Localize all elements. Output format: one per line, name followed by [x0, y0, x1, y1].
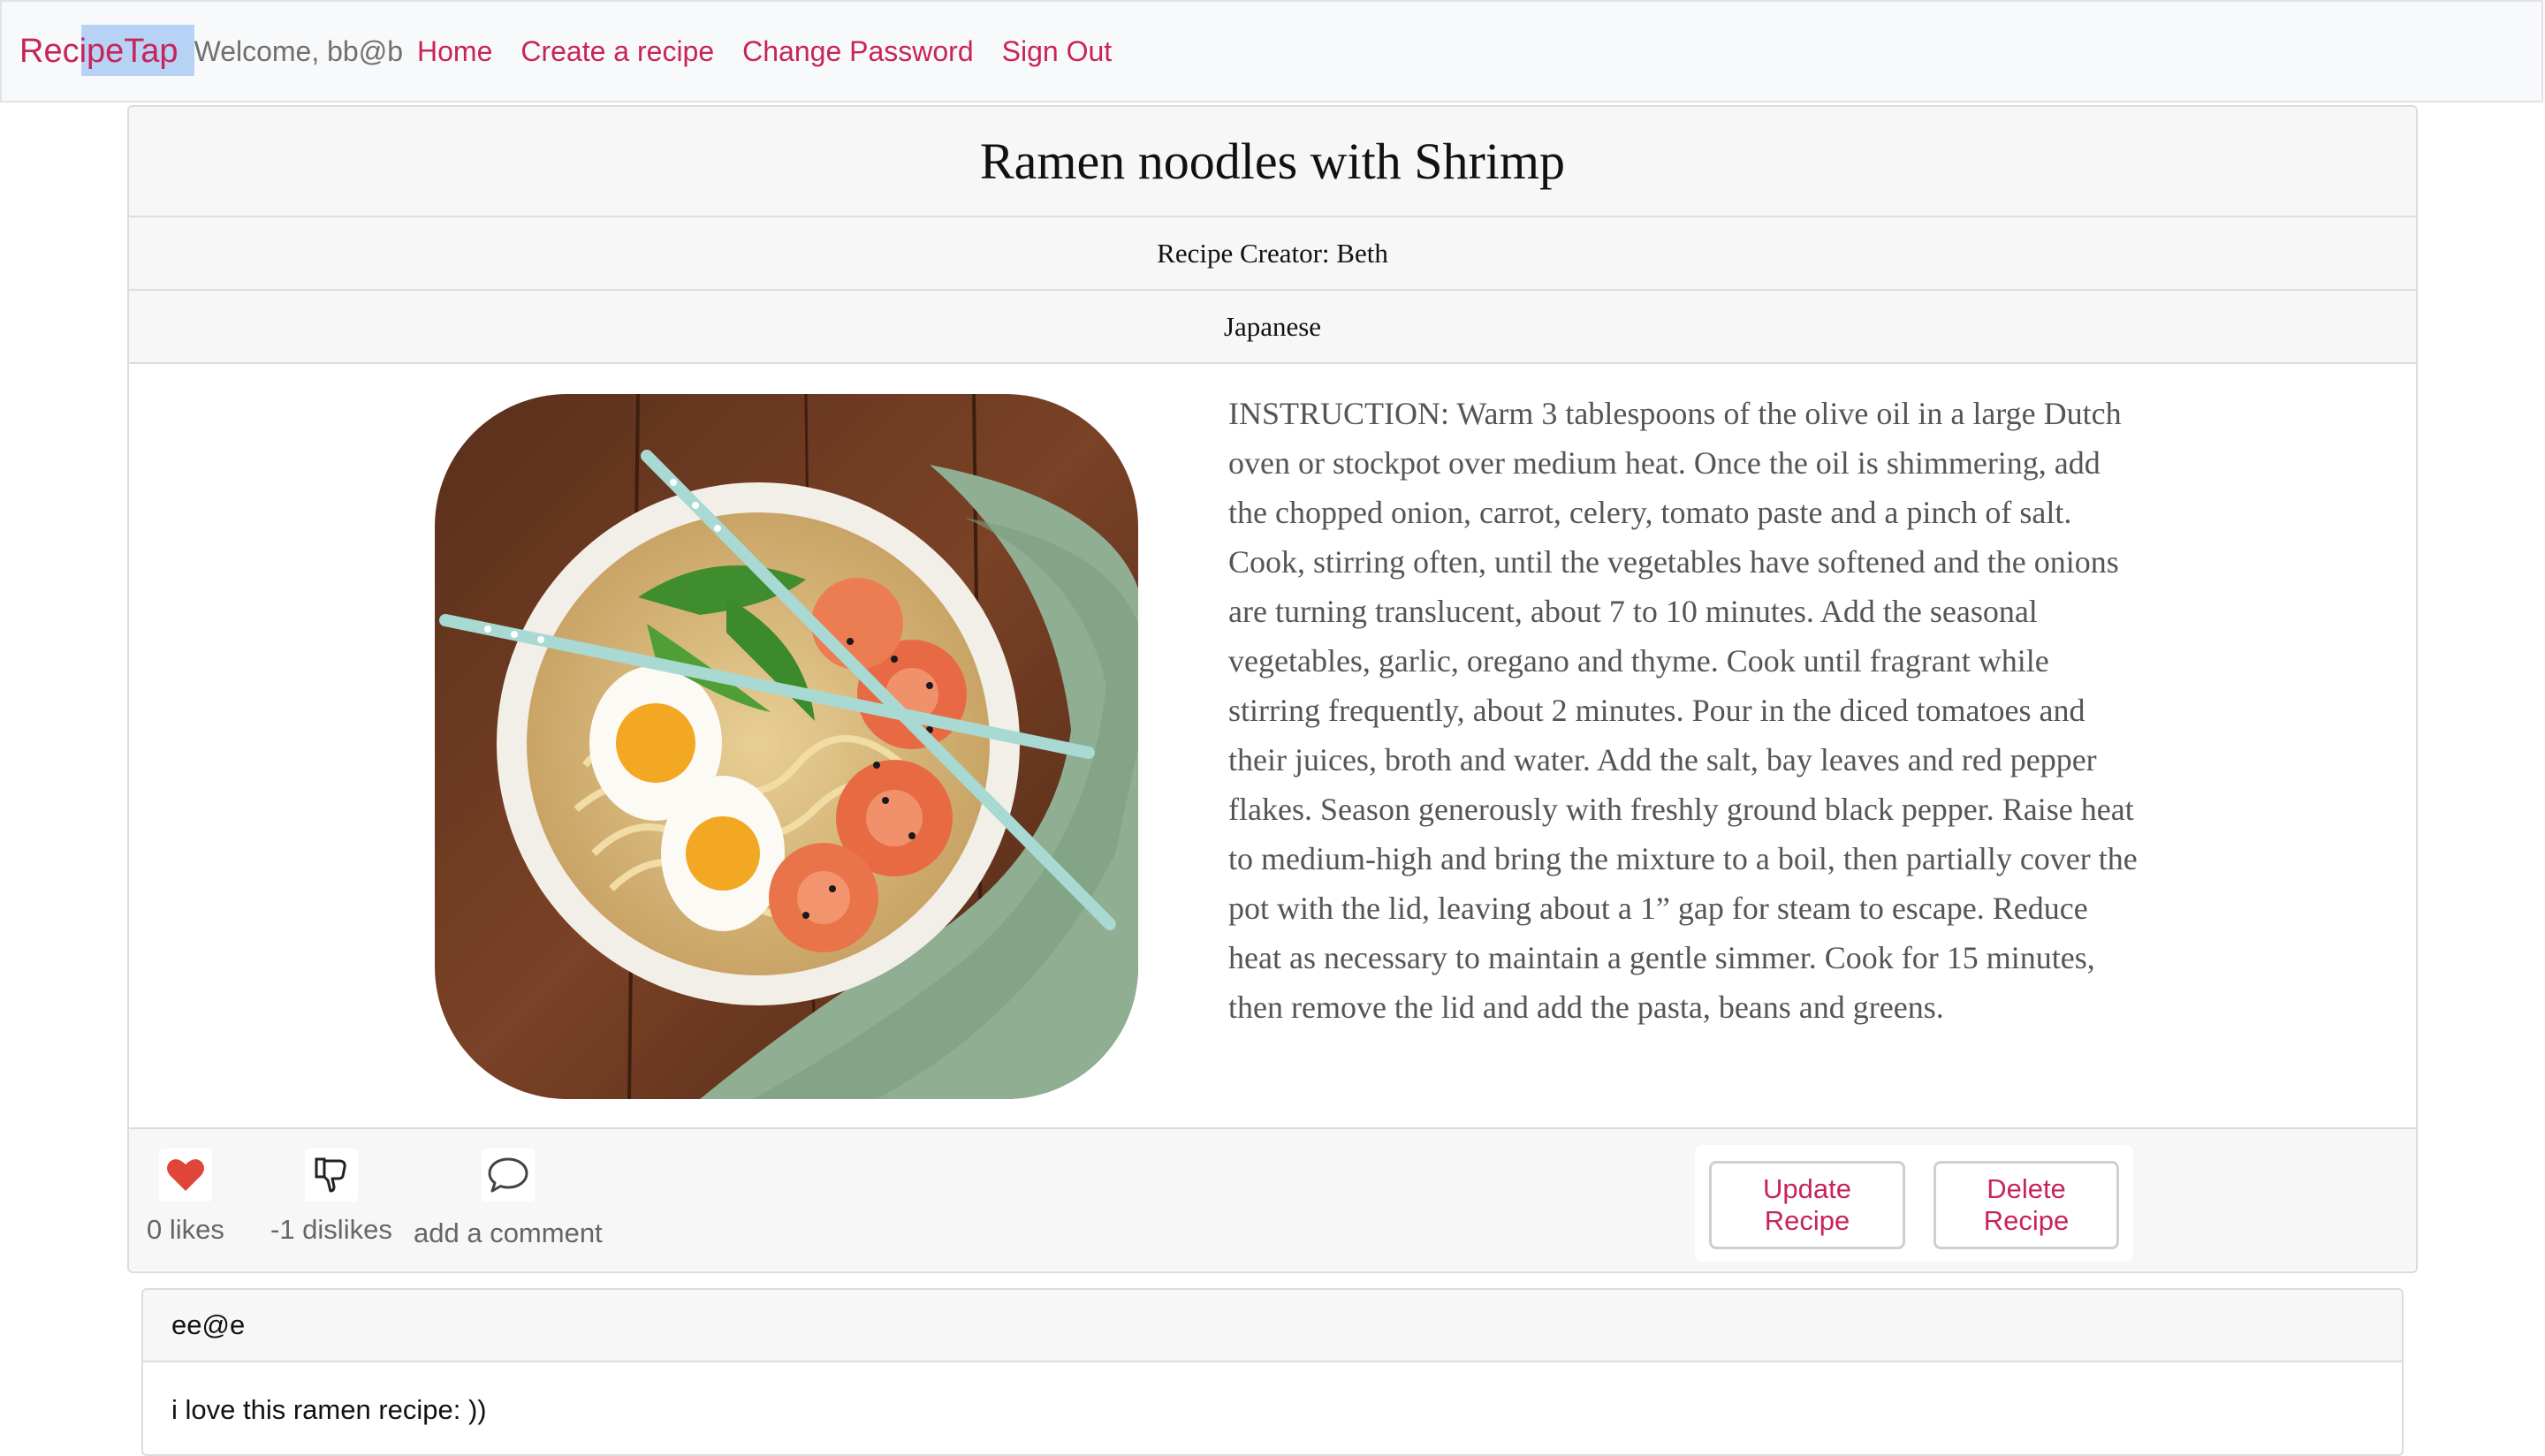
- heart-icon[interactable]: [158, 1149, 212, 1202]
- nav-link-home[interactable]: Home: [417, 35, 492, 68]
- recipe-creator: Recipe Creator: Beth: [129, 217, 2416, 291]
- recipe-photo: [435, 394, 1138, 1099]
- owner-actions: Update Recipe Delete Recipe: [1695, 1145, 2133, 1262]
- nav-link-create-recipe[interactable]: Create a recipe: [520, 35, 714, 68]
- comment-control[interactable]: add a comment: [414, 1149, 603, 1249]
- recipe-instructions: INSTRUCTION: Warm 3 tablespoons of the o…: [1228, 396, 2138, 1025]
- nav-link-change-password[interactable]: Change Password: [742, 35, 973, 68]
- comment-author: ee@e: [143, 1290, 2402, 1362]
- dislike-control[interactable]: -1 dislikes: [270, 1149, 392, 1246]
- like-control[interactable]: 0 likes: [147, 1149, 224, 1246]
- recipe-cuisine: Japanese: [129, 291, 2416, 364]
- update-recipe-button[interactable]: Update Recipe: [1709, 1161, 1905, 1249]
- navbar: RecipeTap Welcome, bb@b Home Create a re…: [0, 0, 2543, 102]
- welcome-text: Welcome, bb@b: [194, 34, 403, 67]
- recipe-title: Ramen noodles with Shrimp: [129, 107, 2416, 217]
- add-comment-link[interactable]: add a comment: [414, 1217, 603, 1249]
- recipe-actions-bar: 0 likes -1 dislikes add a comment Update…: [129, 1129, 2416, 1270]
- comment-card: ee@e i love this ramen recipe: )): [141, 1288, 2404, 1456]
- recipe-body: INSTRUCTION: Warm 3 tablespoons of the o…: [129, 364, 2416, 1129]
- delete-recipe-button[interactable]: Delete Recipe: [1933, 1161, 2119, 1249]
- thumbs-down-icon[interactable]: [304, 1149, 358, 1202]
- brand-name: RecipeTap: [19, 33, 179, 70]
- recipe-card: Ramen noodles with Shrimp Recipe Creator…: [127, 105, 2418, 1273]
- brand-logo-link[interactable]: RecipeTap: [18, 25, 194, 78]
- nav-link-sign-out[interactable]: Sign Out: [1002, 35, 1113, 68]
- ramen-bowl-illustration: [435, 394, 1138, 1099]
- comment-text: i love this ramen recipe: )): [171, 1394, 487, 1425]
- dislikes-count: -1 dislikes: [270, 1214, 392, 1245]
- speech-bubble-icon[interactable]: [481, 1149, 535, 1202]
- likes-count: 0 likes: [147, 1214, 224, 1245]
